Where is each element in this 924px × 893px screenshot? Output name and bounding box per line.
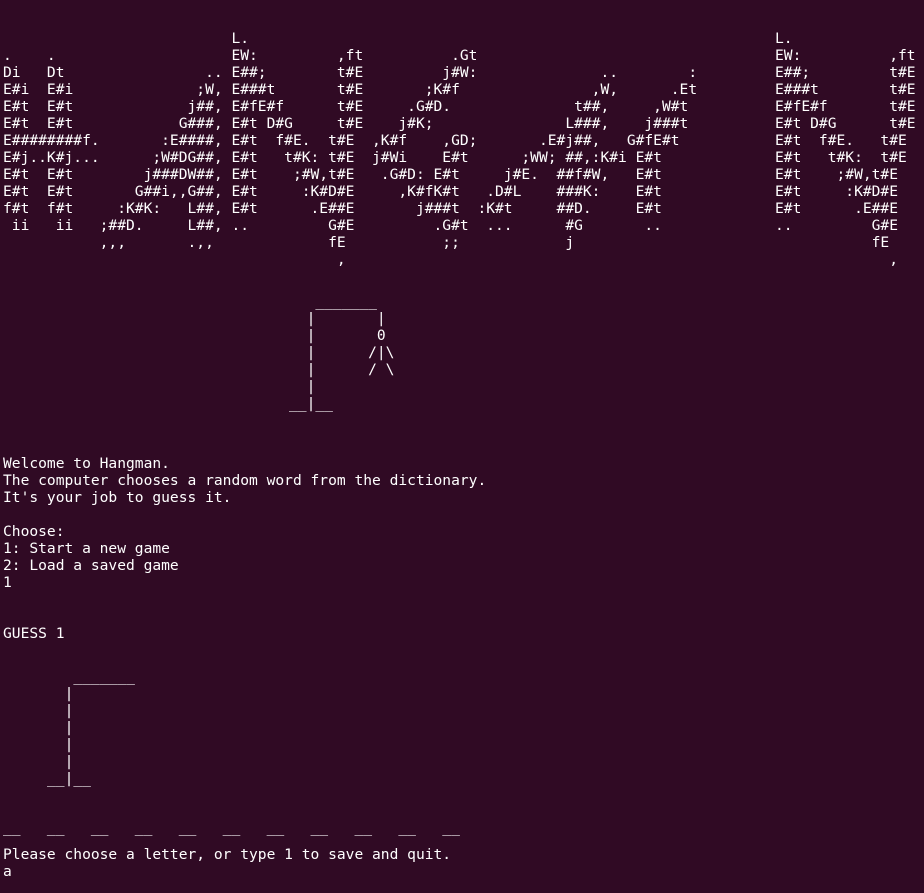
welcome-line: Welcome to Hangman. [3,455,170,472]
menu-option-new-game: 1: Start a new game [3,540,170,557]
command-input[interactable]: a [3,863,12,880]
hangman-ascii-banner-repeat: L. EW: ,ft E##; t#E E###t t#E E#fE#f t#E… [775,30,916,268]
welcome-line: The computer chooses a random word from … [3,472,487,489]
menu-user-input: 1 [3,574,12,591]
welcome-line: It's your job to guess it. [3,489,232,506]
hangman-gallows-art: _______ | | | 0 | /|\ | / \ | __|__ [289,293,395,412]
terminal-window[interactable]: L. . . EW: ,ft .Gt Di Dt .. E##; t#E j#W… [3,30,921,890]
word-blanks: __ __ __ __ __ __ __ __ __ __ __ [3,819,460,836]
current-gallows-art: _______ | | | | | __|__ [47,668,135,787]
letter-prompt: Please choose a letter, or type 1 to sav… [3,846,452,863]
menu-prompt: Choose: [3,523,65,540]
start-menu: Choose: 1: Start a new game 2: Load a sa… [3,523,179,591]
menu-option-load-game: 2: Load a saved game [3,557,179,574]
welcome-message: Welcome to Hangman. The computer chooses… [3,455,486,506]
guess-counter: GUESS 1 [3,625,65,642]
hangman-ascii-banner: L. . . EW: ,ft .Gt Di Dt .. E##; t#E j#W… [3,30,698,268]
